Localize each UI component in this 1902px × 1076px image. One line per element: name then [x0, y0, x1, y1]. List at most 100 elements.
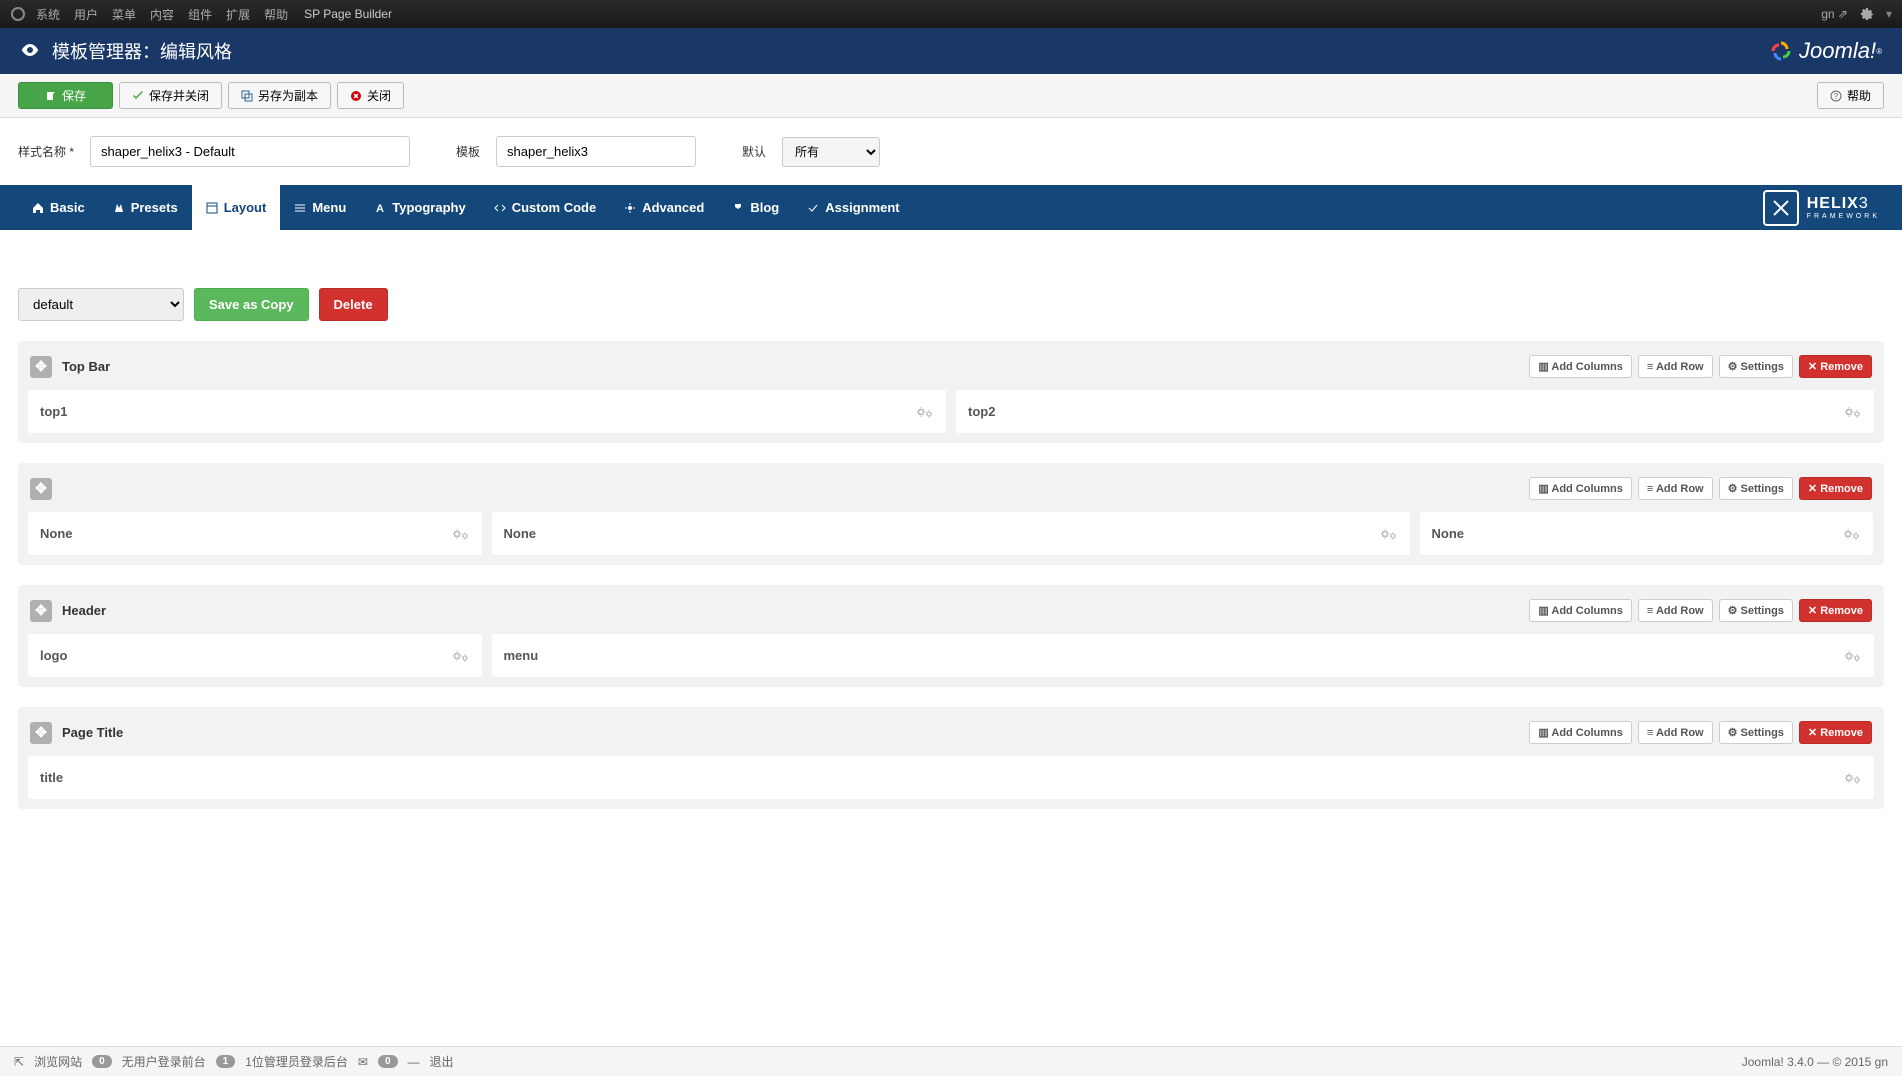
default-select[interactable]: 所有 [782, 137, 880, 167]
remove-row-button[interactable]: ✕ Remove [1799, 599, 1872, 622]
column-settings-icon[interactable] [452, 527, 470, 541]
admins-badge: 1 [216, 1055, 236, 1068]
row-settings-button[interactable]: ⚙ Settings [1719, 477, 1793, 500]
column-settings-icon[interactable] [1844, 771, 1862, 785]
column-settings-icon[interactable] [1843, 527, 1861, 541]
layout-column[interactable]: logo [28, 634, 482, 677]
joomla-logo: Joomla!® [1767, 37, 1882, 65]
page-title: 模板管理器：编辑风格 [52, 38, 1767, 64]
divider: — [408, 1055, 420, 1069]
topbar-menu: 系统 用户 菜单 内容 组件 扩展 帮助 [36, 6, 288, 23]
menu-users[interactable]: 用户 [74, 6, 98, 23]
tab-basic[interactable]: Basic [18, 185, 99, 230]
template-name-input [496, 136, 696, 167]
visitors-text: 无用户登录前台 [122, 1053, 206, 1070]
help-button[interactable]: ? 帮助 [1817, 82, 1884, 109]
drag-handle-icon[interactable]: ✥ [30, 478, 52, 500]
column-settings-icon[interactable] [1844, 405, 1862, 419]
column-label: None [40, 526, 452, 541]
add-row-button[interactable]: ≡ Add Row [1638, 721, 1713, 744]
layout-column[interactable]: top1 [28, 390, 946, 433]
add-row-button[interactable]: ≡ Add Row [1638, 477, 1713, 500]
layout-row: ✥ Header ▥ Add Columns ≡ Add Row ⚙ Setti… [18, 585, 1884, 687]
tab-typography[interactable]: ATypography [360, 185, 479, 230]
tab-presets[interactable]: Presets [99, 185, 192, 230]
name-label: 样式名称 * [18, 143, 74, 160]
save-close-button[interactable]: 保存并关闭 [119, 82, 222, 109]
user-menu[interactable]: gn ⇗ [1821, 7, 1848, 21]
row-title: Page Title [62, 725, 1529, 740]
version-text: Joomla! 3.4.0 — © 2015 gn [1742, 1055, 1888, 1069]
menu-extensions[interactable]: 扩展 [226, 6, 250, 23]
layout-column[interactable]: None [1420, 512, 1874, 555]
save-copy-button[interactable]: 另存为副本 [228, 82, 331, 109]
save-as-copy-button[interactable]: Save as Copy [194, 288, 309, 321]
row-title: Header [62, 603, 1529, 618]
style-name-input[interactable] [90, 136, 410, 167]
tab-menu[interactable]: Menu [280, 185, 360, 230]
add-row-button[interactable]: ≡ Add Row [1638, 599, 1713, 622]
column-settings-icon[interactable] [452, 649, 470, 663]
layout-column[interactable]: menu [492, 634, 1875, 677]
svg-text:A: A [376, 203, 384, 214]
remove-row-button[interactable]: ✕ Remove [1799, 355, 1872, 378]
view-site-link[interactable]: 浏览网站 [34, 1053, 82, 1070]
logout-link[interactable]: 退出 [430, 1053, 454, 1070]
default-label: 默认 [742, 143, 766, 160]
column-settings-icon[interactable] [1844, 649, 1862, 663]
add-columns-button[interactable]: ▥ Add Columns [1529, 355, 1632, 378]
drag-handle-icon[interactable]: ✥ [30, 722, 52, 744]
admin-topbar: 系统 用户 菜单 内容 组件 扩展 帮助 SP Page Builder gn … [0, 0, 1902, 28]
apply-icon [45, 90, 57, 102]
add-columns-button[interactable]: ▥ Add Columns [1529, 477, 1632, 500]
drag-handle-icon[interactable]: ✥ [30, 356, 52, 378]
msgs-icon[interactable]: ✉ [358, 1055, 368, 1069]
column-label: logo [40, 648, 452, 663]
add-row-button[interactable]: ≡ Add Row [1638, 355, 1713, 378]
view-site-icon[interactable]: ⇱ [14, 1055, 24, 1069]
drag-handle-icon[interactable]: ✥ [30, 600, 52, 622]
row-settings-button[interactable]: ⚙ Settings [1719, 721, 1793, 744]
column-label: top1 [40, 404, 916, 419]
column-settings-icon[interactable] [1380, 527, 1398, 541]
add-columns-button[interactable]: ▥ Add Columns [1529, 599, 1632, 622]
row-settings-button[interactable]: ⚙ Settings [1719, 355, 1793, 378]
column-label: top2 [968, 404, 1844, 419]
column-label: None [1432, 526, 1844, 541]
layout-column[interactable]: None [28, 512, 482, 555]
menu-help[interactable]: 帮助 [264, 6, 288, 23]
add-columns-button[interactable]: ▥ Add Columns [1529, 721, 1632, 744]
menu-components[interactable]: 组件 [188, 6, 212, 23]
layout-row: ✥ Top Bar ▥ Add Columns ≡ Add Row ⚙ Sett… [18, 341, 1884, 443]
close-button[interactable]: 关闭 [337, 82, 404, 109]
dropdown-caret-icon[interactable]: ▾ [1886, 7, 1892, 21]
menu-content[interactable]: 内容 [150, 6, 174, 23]
tab-assignment[interactable]: Assignment [793, 185, 913, 230]
tab-advanced[interactable]: Advanced [610, 185, 718, 230]
joomla-icon[interactable] [10, 6, 26, 22]
tab-blog[interactable]: Blog [718, 185, 793, 230]
admins-text: 1位管理员登录后台 [245, 1053, 348, 1070]
tab-custom-code[interactable]: Custom Code [480, 185, 611, 230]
status-bar: ⇱ 浏览网站 0 无用户登录前台 1 1位管理员登录后台 ✉ 0 — 退出 Jo… [0, 1046, 1902, 1076]
menu-system[interactable]: 系统 [36, 6, 60, 23]
column-settings-icon[interactable] [916, 405, 934, 419]
help-icon: ? [1830, 90, 1842, 102]
style-form-row: 样式名称 * 模板 默认 所有 [0, 118, 1902, 185]
layout-column[interactable]: None [492, 512, 1410, 555]
remove-row-button[interactable]: ✕ Remove [1799, 721, 1872, 744]
menu-menus[interactable]: 菜单 [112, 6, 136, 23]
save-button[interactable]: 保存 [18, 82, 113, 109]
layout-column[interactable]: title [28, 756, 1874, 799]
row-settings-button[interactable]: ⚙ Settings [1719, 599, 1793, 622]
layout-column[interactable]: top2 [956, 390, 1874, 433]
column-label: menu [504, 648, 1845, 663]
tab-layout[interactable]: Layout [192, 185, 281, 230]
row-title: Top Bar [62, 359, 1529, 374]
layout-row: ✥ Page Title ▥ Add Columns ≡ Add Row ⚙ S… [18, 707, 1884, 809]
sp-builder-link[interactable]: SP Page Builder [304, 7, 392, 21]
delete-button[interactable]: Delete [319, 288, 388, 321]
layout-preset-select[interactable]: default [18, 288, 184, 321]
remove-row-button[interactable]: ✕ Remove [1799, 477, 1872, 500]
gear-icon[interactable] [1860, 7, 1874, 21]
